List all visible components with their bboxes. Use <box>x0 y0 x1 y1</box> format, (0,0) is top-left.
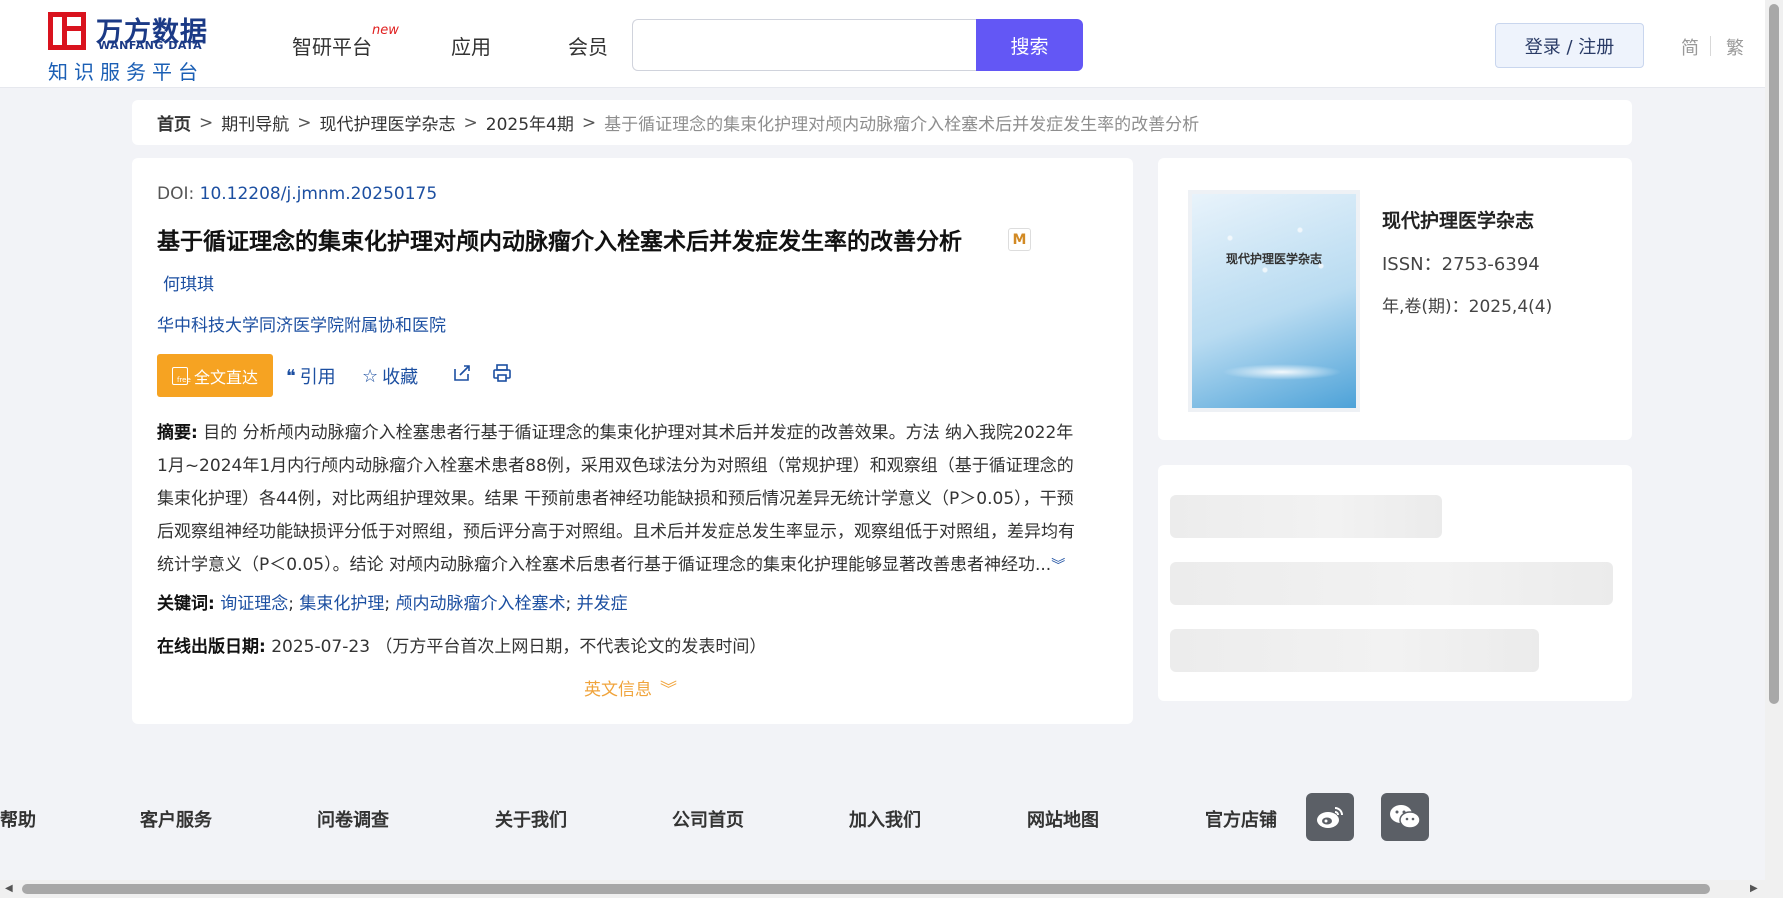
footer-join[interactable]: 加入我们 <box>849 806 921 832</box>
abstract-line: 摘要: 目的 分析颅内动脉瘤介入栓塞患者行基于循证理念的集束化护理对其术后并发症… <box>157 417 1107 450</box>
horizontal-scroll-thumb[interactable] <box>22 884 1710 894</box>
journal-issn: ISSN：2753-6394 <box>1382 254 1540 275</box>
doi-link[interactable]: 10.12208/j.jmnm.20250175 <box>200 184 438 204</box>
pubdate-note: （万方平台首次上网日期，不代表论文的发表时间） <box>375 637 767 657</box>
keyword-link[interactable]: 并发症 <box>577 594 628 614</box>
keywords-label: 关键词: <box>157 594 215 614</box>
search-input[interactable] <box>632 19 976 71</box>
breadcrumb-issue[interactable]: 2025年4期 <box>486 110 574 135</box>
keyword-link[interactable]: 颅内动脉瘤介入栓塞术 <box>396 594 566 614</box>
logo-mark-icon <box>48 12 86 50</box>
cite-label: 引用 <box>299 367 336 388</box>
keywords-line: 关键词: 询证理念; 集束化护理; 颅内动脉瘤介入栓塞术; 并发症 <box>157 594 628 614</box>
english-info-toggle[interactable]: 英文信息 ︾ <box>584 675 677 700</box>
footer-about[interactable]: 关于我们 <box>495 806 567 832</box>
login-register-button[interactable]: 登录 / 注册 <box>1495 23 1644 68</box>
footer-sitemap[interactable]: 网站地图 <box>1027 806 1099 832</box>
lang-traditional[interactable]: 繁 <box>1726 34 1744 60</box>
m-badge-icon[interactable]: M <box>1008 228 1031 251</box>
footer-survey[interactable]: 问卷调查 <box>317 806 389 832</box>
journal-cover[interactable]: 现代护理医学杂志 <box>1192 194 1356 408</box>
breadcrumb-separator: > <box>297 112 312 133</box>
wechat-button[interactable] <box>1381 793 1429 841</box>
keyword-link[interactable]: 询证理念 <box>220 594 288 614</box>
nav-zhiyan[interactable]: 智研平台 <box>292 31 372 60</box>
scroll-right-arrow-icon[interactable]: ▶ <box>1750 883 1758 894</box>
affiliation-link[interactable]: 华中科技大学同济医学院附属协和医院 <box>157 311 446 336</box>
nav-apps[interactable]: 应用 <box>451 31 491 60</box>
article-title: 基于循证理念的集束化护理对颅内动脉瘤介入栓塞术后并发症发生率的改善分析 <box>157 229 962 255</box>
journal-card: 现代护理医学杂志 现代护理医学杂志 ISSN：2753-6394 年,卷(期)：… <box>1158 158 1632 440</box>
search-button[interactable]: 搜索 <box>976 19 1083 71</box>
breadcrumb: 首页 > 期刊导航 > 现代护理医学杂志 > 2025年4期 > 基于循证理念的… <box>132 100 1632 145</box>
print-icon <box>493 364 511 382</box>
journal-volume: 年,卷(期)：2025,4(4) <box>1382 297 1553 317</box>
abstract-line: 统计学意义（P＜0.05）。结论 对颅内动脉瘤介入栓塞术后患者行基于循证理念的集… <box>157 549 1107 583</box>
article-card: DOI: 10.12208/j.jmnm.20250175 基于循证理念的集束化… <box>132 158 1133 724</box>
share-button[interactable] <box>452 363 472 383</box>
print-button[interactable] <box>492 363 512 383</box>
double-chevron-down-icon: ︾ <box>660 680 677 700</box>
abstract-line: 集束化护理）各44例，对比两组护理效果。结果 干预前患者神经功能缺损和预后情况差… <box>157 489 1074 509</box>
favorite-label: 收藏 <box>382 367 419 388</box>
pubdate-line: 在线出版日期: 2025-07-23 （万方平台首次上网日期，不代表论文的发表时… <box>157 632 766 657</box>
loading-placeholder <box>1170 562 1613 605</box>
nav-member[interactable]: 会员 <box>568 31 608 60</box>
cover-title: 现代护理医学杂志 <box>1225 252 1322 266</box>
weibo-button[interactable] <box>1306 793 1354 841</box>
star-icon: ☆ <box>362 365 379 387</box>
free-document-icon <box>171 366 191 385</box>
favorite-button[interactable]: ☆ 收藏 <box>362 363 418 389</box>
loading-placeholder <box>1170 495 1442 538</box>
breadcrumb-separator: > <box>463 112 478 133</box>
wechat-icon <box>1390 805 1421 829</box>
footer-company[interactable]: 公司首页 <box>672 806 744 832</box>
loading-card <box>1158 465 1632 701</box>
nav-new-badge: new <box>372 23 399 38</box>
breadcrumb-separator: > <box>581 112 597 133</box>
loading-placeholder <box>1170 629 1539 672</box>
pubdate-label: 在线出版日期: <box>157 637 266 657</box>
keyword-link[interactable]: 集束化护理 <box>299 594 384 614</box>
vertical-scroll-thumb[interactable] <box>1769 4 1779 704</box>
abstract-label: 摘要: <box>157 423 198 443</box>
cite-button[interactable]: ❝ 引用 <box>286 363 336 389</box>
doi-line: DOI: 10.12208/j.jmnm.20250175 <box>157 184 437 204</box>
abstract: 摘要: 目的 分析颅内动脉瘤介入栓塞患者行基于循证理念的集束化护理对其术后并发症… <box>157 417 1107 583</box>
breadcrumb-separator: > <box>199 112 214 133</box>
pubdate-value: 2025-07-23 <box>271 637 371 657</box>
doi-label: DOI: <box>157 184 195 204</box>
lang-simplified[interactable]: 简 <box>1681 34 1699 60</box>
lang-divider <box>1710 36 1711 56</box>
journal-name[interactable]: 现代护理医学杂志 <box>1382 206 1534 233</box>
share-icon <box>454 365 470 381</box>
footer-store[interactable]: 官方店铺 <box>1205 806 1277 832</box>
footer-customer-service[interactable]: 客户服务 <box>140 806 212 832</box>
logo-subtitle: 知识服务平台 <box>48 60 204 84</box>
abstract-line: 1月~2024年1月内行颅内动脉瘤介入栓塞术患者88例，采用双色球法分为对照组（… <box>157 456 1074 476</box>
expand-chevron-icon[interactable]: ︾ <box>1051 558 1065 574</box>
fulltext-button[interactable]: 全文直达 <box>157 354 273 397</box>
site-header: 万方数据 WANFANG DATA 知识服务平台 智研平台 new 应用 会员 … <box>0 0 1765 88</box>
footer-help[interactable]: 帮助 <box>0 806 36 832</box>
english-info-label: 英文信息 <box>584 680 652 700</box>
abstract-text: 统计学意义（P＜0.05）。结论 对颅内动脉瘤介入栓塞术后患者行基于循证理念的集… <box>157 555 1052 575</box>
logo-en: WANFANG DATA <box>98 39 203 52</box>
fulltext-label: 全文直达 <box>193 367 258 387</box>
wanfang-logo[interactable]: 万方数据 WANFANG DATA 知识服务平台 <box>48 10 218 84</box>
abstract-text: 目的 分析颅内动脉瘤介入栓塞患者行基于循证理念的集束化护理对其术后并发症的改善效… <box>203 423 1074 443</box>
weibo-icon <box>1317 807 1343 828</box>
scroll-left-arrow-icon[interactable]: ◀ <box>5 883 13 894</box>
breadcrumb-journal[interactable]: 现代护理医学杂志 <box>320 110 456 135</box>
quote-icon: ❝ <box>286 365 296 387</box>
breadcrumb-journal-nav[interactable]: 期刊导航 <box>221 110 289 135</box>
author-link[interactable]: 何琪琪 <box>163 270 214 295</box>
breadcrumb-home[interactable]: 首页 <box>157 110 191 135</box>
breadcrumb-current: 基于循证理念的集束化护理对颅内动脉瘤介入栓塞术后并发症发生率的改善分析 <box>604 115 1200 135</box>
abstract-line: 后观察组神经功能缺损评分低于对照组，预后评分高于对照组。且术后并发症总发生率显示… <box>157 522 1075 542</box>
